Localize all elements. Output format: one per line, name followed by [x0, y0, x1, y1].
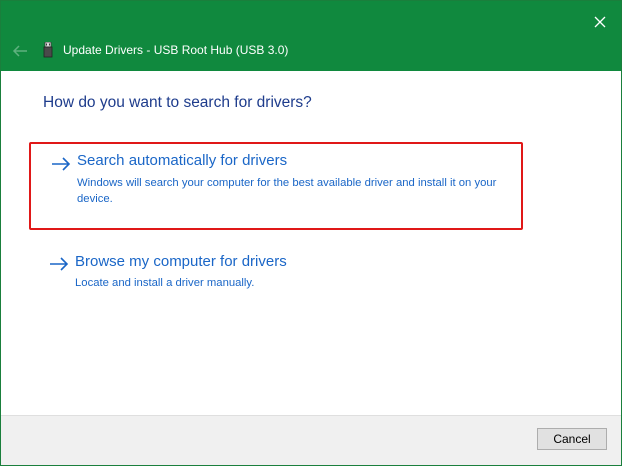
cancel-button[interactable]: Cancel: [537, 428, 607, 450]
update-drivers-window: Update Drivers - USB Root Hub (USB 3.0) …: [0, 0, 622, 466]
page-heading: How do you want to search for drivers?: [43, 94, 312, 111]
footer-bar: Cancel: [1, 415, 621, 465]
option-description: Locate and install a driver manually.: [75, 277, 255, 289]
close-button[interactable]: [587, 9, 613, 35]
option-description: Windows will search your computer for th…: [77, 177, 497, 205]
usb-device-icon: [43, 42, 53, 58]
right-arrow-icon: [50, 257, 69, 271]
title-bar: Update Drivers - USB Root Hub (USB 3.0): [1, 1, 621, 71]
content-area: How do you want to search for drivers? S…: [1, 71, 621, 415]
back-arrow-icon: [12, 45, 27, 57]
right-arrow-icon: [52, 157, 71, 171]
option-title: Search automatically for drivers: [77, 152, 288, 169]
close-icon: [594, 16, 606, 28]
option-title: Browse my computer for drivers: [75, 253, 287, 270]
browse-computer-option[interactable]: Browse my computer for drivers Locate an…: [29, 251, 523, 301]
search-automatically-option[interactable]: Search automatically for drivers Windows…: [29, 142, 523, 230]
back-button[interactable]: [9, 41, 31, 61]
window-title: Update Drivers - USB Root Hub (USB 3.0): [63, 43, 289, 57]
